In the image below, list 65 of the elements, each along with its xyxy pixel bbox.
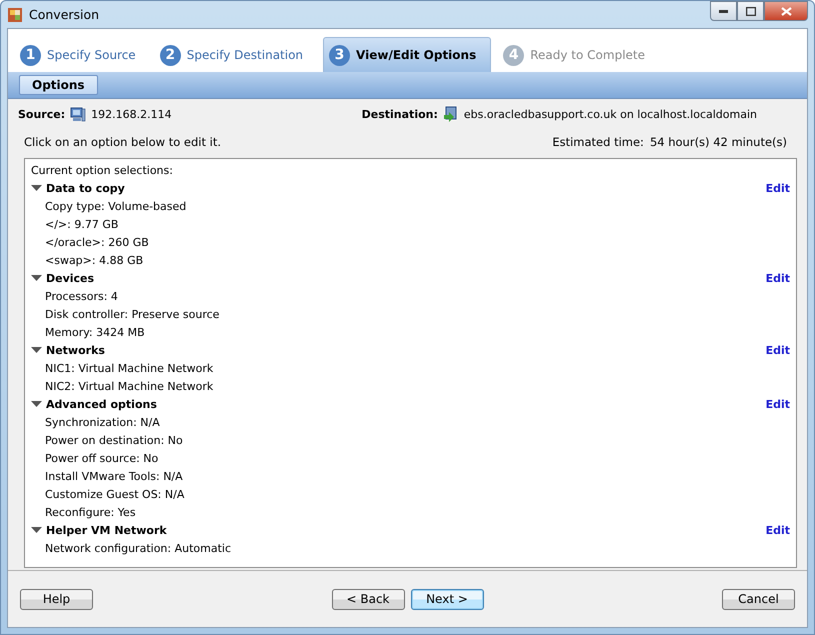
step-label: Specify Source bbox=[47, 48, 136, 62]
section-title[interactable]: Networks bbox=[46, 344, 105, 356]
step-number: 1 bbox=[20, 44, 41, 66]
step-label: View/Edit Options bbox=[356, 48, 476, 62]
section-title[interactable]: Devices bbox=[46, 272, 94, 284]
option-value[interactable]: </>: 9.77 GB bbox=[45, 218, 118, 230]
edit-link[interactable]: Edit bbox=[766, 182, 790, 194]
option-value[interactable]: <swap>: 4.88 GB bbox=[45, 254, 144, 266]
nav-button[interactable]: Next > bbox=[410, 588, 484, 610]
close-icon bbox=[780, 6, 792, 16]
server-icon bbox=[442, 106, 459, 122]
destination-label: Destination: bbox=[362, 108, 438, 120]
section-title[interactable]: Helper VM Network bbox=[46, 524, 167, 536]
edit-link[interactable]: Edit bbox=[766, 344, 790, 356]
option-value[interactable]: Customize Guest OS: N/A bbox=[45, 488, 184, 500]
source-value: 192.168.2.114 bbox=[91, 108, 172, 120]
step-label: Ready to Complete bbox=[530, 48, 645, 62]
option-value[interactable]: Power on destination: No bbox=[45, 434, 183, 446]
source-label: Source: bbox=[18, 108, 66, 120]
expanded-icon[interactable] bbox=[31, 526, 42, 534]
option-value[interactable]: Install VMware Tools: N/A bbox=[45, 470, 183, 482]
panel-heading: Current option selections: bbox=[31, 164, 173, 176]
app-icon bbox=[7, 6, 23, 22]
option-value[interactable]: Memory: 3424 MB bbox=[45, 326, 145, 338]
maximize-button[interactable] bbox=[737, 1, 764, 21]
option-value[interactable]: NIC1: Virtual Machine Network bbox=[45, 362, 214, 374]
option-value[interactable]: Synchronization: N/A bbox=[45, 416, 160, 428]
option-value[interactable]: NIC2: Virtual Machine Network bbox=[45, 380, 214, 392]
option-value[interactable]: Disk controller: Preserve source bbox=[45, 308, 220, 320]
maximize-icon bbox=[746, 6, 756, 16]
step-tab[interactable]: 3 View/Edit Options bbox=[323, 37, 492, 72]
step-tab[interactable]: 1 Specify Source bbox=[16, 38, 148, 72]
step-number: 2 bbox=[160, 44, 181, 66]
edit-link[interactable]: Edit bbox=[766, 272, 790, 284]
section-title[interactable]: Advanced options bbox=[46, 398, 157, 410]
edit-link[interactable]: Edit bbox=[766, 398, 790, 410]
section-title[interactable]: Data to copy bbox=[46, 182, 125, 194]
expanded-icon[interactable] bbox=[31, 274, 42, 282]
step-number: 3 bbox=[329, 44, 350, 66]
estimated-time-value: 54 hour(s) 42 minute(s) bbox=[650, 135, 787, 149]
estimated-time-label: Estimated time: bbox=[552, 135, 644, 149]
step-tab[interactable]: 2 Specify Destination bbox=[156, 38, 316, 72]
cancel-button[interactable]: Cancel bbox=[722, 588, 795, 610]
step-label: Specify Destination bbox=[186, 48, 304, 62]
help-button[interactable]: Help bbox=[20, 588, 93, 610]
expanded-icon[interactable] bbox=[31, 400, 42, 408]
nav-button[interactable]: < Back bbox=[332, 588, 404, 610]
option-value[interactable]: Reconfigure: Yes bbox=[45, 506, 136, 518]
destination-value: ebs.oracledbasupport.co.uk on localhost.localdomain bbox=[464, 108, 757, 120]
edit-link[interactable]: Edit bbox=[766, 524, 790, 536]
option-value[interactable]: Copy type: Volume-based bbox=[45, 200, 186, 212]
step-number: 4 bbox=[503, 44, 524, 66]
options-tab[interactable]: Options bbox=[19, 75, 98, 95]
window-title: Conversion bbox=[29, 7, 100, 22]
minimize-button[interactable] bbox=[710, 1, 737, 21]
option-value[interactable]: Network configuration: Automatic bbox=[45, 542, 232, 554]
hint-text: Click on an option below to edit it. bbox=[24, 135, 222, 149]
option-value[interactable]: </oracle>: 260 GB bbox=[45, 236, 149, 248]
expanded-icon[interactable] bbox=[31, 184, 42, 192]
close-button[interactable] bbox=[764, 1, 808, 21]
minimize-icon bbox=[719, 10, 728, 12]
expanded-icon[interactable] bbox=[31, 346, 42, 354]
option-value[interactable]: Power off source: No bbox=[45, 452, 158, 464]
computer-icon bbox=[70, 106, 86, 122]
option-value[interactable]: Processors: 4 bbox=[45, 290, 118, 302]
